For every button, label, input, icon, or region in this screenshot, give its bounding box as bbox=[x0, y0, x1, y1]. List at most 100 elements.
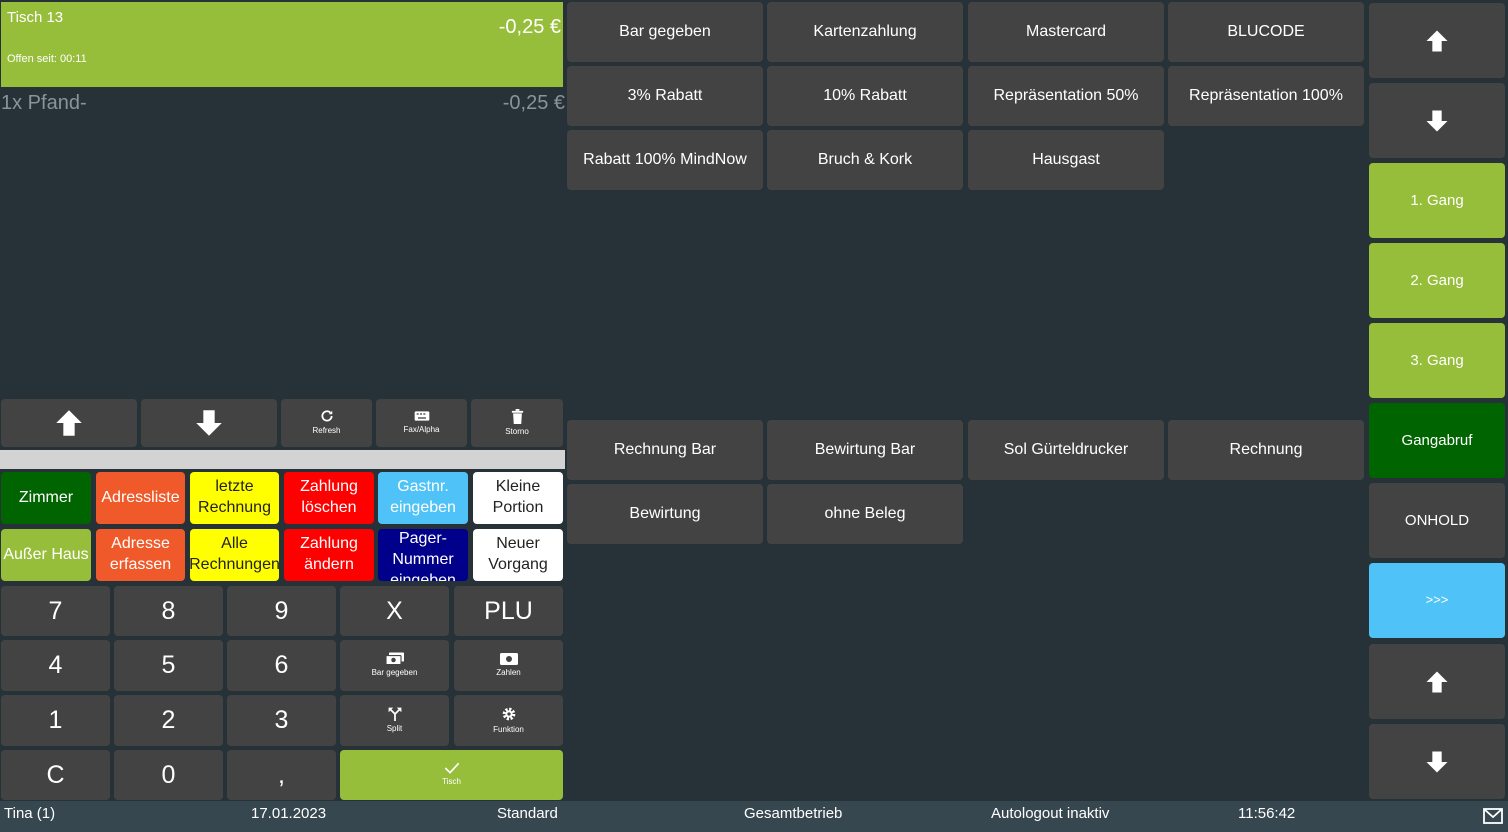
split-key[interactable]: Split bbox=[340, 695, 449, 746]
storno-label: Storno bbox=[505, 426, 529, 436]
pay-bar-gegeben-button[interactable]: Bar gegeben bbox=[567, 2, 763, 62]
key-1[interactable]: 1 bbox=[1, 695, 110, 746]
sidebar-up-button[interactable] bbox=[1369, 3, 1505, 78]
mail-icon[interactable] bbox=[1483, 808, 1503, 829]
zahlung-aendern-button[interactable]: Zahlung ändern bbox=[284, 529, 374, 581]
gang-1-button[interactable]: 1. Gang bbox=[1369, 163, 1505, 238]
pay-mastercard-button[interactable]: Mastercard bbox=[968, 2, 1164, 62]
split-icon bbox=[388, 707, 401, 721]
arrow-down-icon bbox=[196, 410, 222, 436]
keyboard-icon bbox=[414, 411, 429, 421]
table-title: Tisch 13 bbox=[7, 9, 64, 26]
arrow-down-icon bbox=[1426, 751, 1448, 772]
funktion-key-label: Funktion bbox=[493, 724, 524, 734]
bar-gegeben-key-label: Bar gegeben bbox=[371, 668, 418, 678]
key-2[interactable]: 2 bbox=[114, 695, 223, 746]
input-display bbox=[0, 450, 565, 469]
gastnr-button[interactable]: Gastnr. eingeben bbox=[378, 472, 468, 524]
key-x[interactable]: X bbox=[340, 586, 449, 636]
fax-alpha-button[interactable]: Fax/Alpha bbox=[376, 399, 467, 447]
rechnung-button[interactable]: Rechnung bbox=[1168, 420, 1364, 480]
key-comma[interactable]: , bbox=[227, 750, 336, 800]
bruch-kork-button[interactable]: Bruch & Kork bbox=[767, 130, 963, 190]
status-date: 17.01.2023 bbox=[251, 805, 327, 822]
ohne-beleg-button[interactable]: ohne Beleg bbox=[767, 484, 963, 544]
zahlen-key[interactable]: Zahlen bbox=[454, 640, 563, 691]
order-header[interactable]: Tisch 13 -0,25 € Offen seit: 00:11 bbox=[1, 2, 563, 87]
more-button[interactable]: >>> bbox=[1369, 563, 1505, 638]
gear-icon bbox=[502, 707, 515, 721]
bar-gegeben-key[interactable]: Bar gegeben bbox=[340, 640, 449, 691]
arrow-up-icon bbox=[56, 410, 82, 436]
zimmer-button[interactable]: Zimmer bbox=[1, 472, 91, 524]
key-4[interactable]: 4 bbox=[1, 640, 110, 691]
sidebar-page-down-button[interactable] bbox=[1369, 724, 1505, 799]
rabatt-10-button[interactable]: 10% Rabatt bbox=[767, 66, 963, 126]
key-5[interactable]: 5 bbox=[114, 640, 223, 691]
funktion-key[interactable]: Funktion bbox=[454, 695, 563, 746]
pay-blucode-button[interactable]: BLUCODE bbox=[1168, 2, 1364, 62]
bewirtung-bar-button[interactable]: Bewirtung Bar bbox=[767, 420, 963, 480]
ausser-haus-button[interactable]: Außer Haus bbox=[1, 529, 91, 581]
repraesentation-50-button[interactable]: Repräsentation 50% bbox=[968, 66, 1164, 126]
order-item-label: 1x Pfand- bbox=[1, 92, 87, 114]
arrow-up-icon bbox=[1426, 671, 1448, 692]
zahlung-loeschen-button[interactable]: Zahlung löschen bbox=[284, 472, 374, 524]
letzte-rechnung-button[interactable]: letzte Rechnung bbox=[190, 472, 279, 524]
bewirtung-button[interactable]: Bewirtung bbox=[567, 484, 763, 544]
gangabruf-button[interactable]: Gangabruf bbox=[1369, 403, 1505, 478]
neuer-vorgang-button[interactable]: Neuer Vorgang bbox=[473, 529, 563, 581]
key-8[interactable]: 8 bbox=[114, 586, 223, 636]
pager-nummer-button[interactable]: Pager-Nummer eingeben bbox=[378, 529, 468, 581]
fax-alpha-label: Fax/Alpha bbox=[403, 425, 440, 435]
zahlen-key-label: Zahlen bbox=[496, 667, 521, 677]
key-3[interactable]: 3 bbox=[227, 695, 336, 746]
pay-kartenzahlung-button[interactable]: Kartenzahlung bbox=[767, 2, 963, 62]
refresh-label: Refresh bbox=[312, 426, 341, 436]
order-item-price: -0,25 € bbox=[502, 92, 565, 114]
kleine-portion-button[interactable]: Kleine Portion bbox=[473, 472, 563, 524]
status-time: 11:56:42 bbox=[1238, 805, 1296, 822]
split-key-label: Split bbox=[386, 723, 403, 733]
repraesentation-100-button[interactable]: Repräsentation 100% bbox=[1168, 66, 1364, 126]
status-user: Tina (1) bbox=[4, 805, 56, 822]
open-since: Offen seit: 00:11 bbox=[7, 53, 87, 65]
sol-guerteldrucker-button[interactable]: Sol Gürteldrucker bbox=[968, 420, 1164, 480]
order-item-row[interactable]: 1x Pfand- -0,25 € bbox=[1, 92, 565, 118]
status-mode: Standard bbox=[497, 805, 558, 822]
sidebar-page-up-button[interactable] bbox=[1369, 644, 1505, 719]
list-up-button[interactable] bbox=[1, 399, 137, 447]
checkmark-icon bbox=[444, 763, 459, 775]
key-6[interactable]: 6 bbox=[227, 640, 336, 691]
alle-rechnungen-button[interactable]: Alle Rechnungen bbox=[190, 529, 279, 581]
key-plu[interactable]: PLU bbox=[454, 586, 563, 636]
rechnung-bar-button[interactable]: Rechnung Bar bbox=[567, 420, 763, 480]
gang-3-button[interactable]: 3. Gang bbox=[1369, 323, 1505, 398]
rabatt-3-button[interactable]: 3% Rabatt bbox=[567, 66, 763, 126]
adresse-erfassen-button[interactable]: Adresse erfassen bbox=[96, 529, 185, 581]
arrow-down-icon bbox=[1426, 110, 1448, 131]
adressliste-button[interactable]: Adressliste bbox=[96, 472, 185, 524]
hausgast-button[interactable]: Hausgast bbox=[968, 130, 1164, 190]
tisch-confirm-key[interactable]: Tisch bbox=[340, 750, 563, 800]
gang-2-button[interactable]: 2. Gang bbox=[1369, 243, 1505, 318]
tisch-key-label: Tisch bbox=[442, 777, 461, 787]
status-autologout: Autologout inaktiv bbox=[991, 805, 1110, 822]
refresh-icon bbox=[321, 410, 333, 422]
trash-icon bbox=[511, 408, 523, 424]
arrow-up-icon bbox=[1426, 30, 1448, 51]
list-down-button[interactable] bbox=[141, 399, 277, 447]
key-0[interactable]: 0 bbox=[114, 750, 223, 800]
rabatt-100-mindnow-button[interactable]: Rabatt 100% MindNow bbox=[567, 130, 763, 190]
key-7[interactable]: 7 bbox=[1, 586, 110, 636]
storno-button[interactable]: Storno bbox=[471, 399, 563, 447]
order-total: -0,25 € bbox=[498, 16, 561, 38]
key-clear[interactable]: C bbox=[1, 750, 110, 800]
onhold-button[interactable]: ONHOLD bbox=[1369, 483, 1505, 558]
sidebar-down-button[interactable] bbox=[1369, 83, 1505, 158]
money-icon bbox=[499, 652, 518, 665]
refresh-button[interactable]: Refresh bbox=[281, 399, 372, 447]
cash-icon bbox=[385, 652, 404, 666]
status-scope: Gesamtbetrieb bbox=[744, 805, 843, 822]
key-9[interactable]: 9 bbox=[227, 586, 336, 636]
